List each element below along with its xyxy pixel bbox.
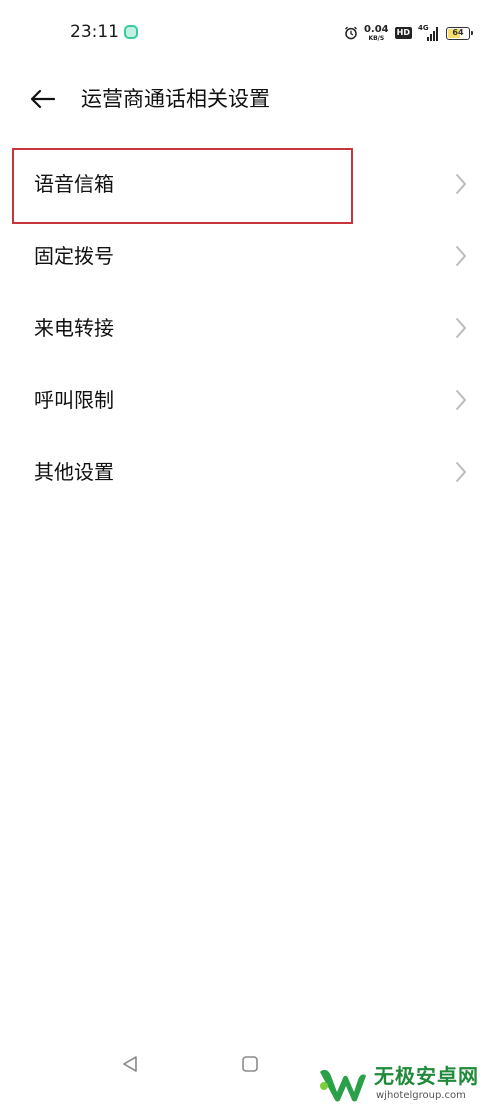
menu-item-label: 固定拨号 [34, 244, 114, 268]
status-icons: 0.04 KB/S HD 4G 64 [344, 22, 473, 44]
settings-list: 语音信箱 固定拨号 来电转接 呼叫限制 其他设置 [0, 148, 500, 508]
menu-item-fixed-dialing[interactable]: 固定拨号 [0, 220, 500, 292]
chevron-right-icon [456, 174, 466, 194]
status-time: 23:11 [70, 22, 119, 42]
chevron-right-icon [456, 246, 466, 266]
arrow-left-icon [30, 89, 56, 109]
nav-back-triangle-icon [123, 1056, 137, 1072]
chevron-right-icon [456, 462, 466, 482]
menu-item-label: 呼叫限制 [34, 388, 114, 412]
watermark: 无极安卓网 wjhotelgroup.com [316, 1062, 496, 1108]
chevron-right-icon [456, 318, 466, 338]
chevron-right-icon [456, 390, 466, 410]
nav-back-button[interactable] [119, 1053, 141, 1075]
menu-item-other-settings[interactable]: 其他设置 [0, 436, 500, 508]
battery-level: 64 [452, 27, 464, 37]
hd-badge: HD [394, 27, 412, 39]
signal-icon: 4G [418, 24, 438, 41]
watermark-url: wjhotelgroup.com [376, 1090, 466, 1101]
status-bar: 23:11 0.04 KB/S HD 4G 64 [0, 0, 500, 66]
menu-item-label: 其他设置 [34, 460, 114, 484]
page-title: 运营商通话相关设置 [81, 87, 270, 111]
alarm-icon [345, 26, 357, 40]
network-speed-value: 0.04 [363, 23, 389, 35]
battery-icon: 64 [446, 26, 473, 40]
menu-item-voicemail[interactable]: 语音信箱 [0, 148, 500, 220]
page-header: 运营商通话相关设置 [0, 76, 500, 122]
menu-item-label: 语音信箱 [34, 172, 114, 196]
watermark-logo-icon [320, 1069, 366, 1102]
network-speed: 0.04 KB/S [363, 23, 389, 42]
nav-home-square-icon [242, 1056, 258, 1072]
network-speed-unit: KB/S [368, 34, 385, 42]
menu-item-call-forwarding[interactable]: 来电转接 [0, 292, 500, 364]
nav-home-button[interactable] [239, 1053, 261, 1075]
menu-item-label: 来电转接 [34, 316, 114, 340]
app-notification-icon [124, 25, 138, 39]
back-button[interactable] [28, 84, 58, 114]
battery-cap [471, 30, 473, 35]
menu-item-call-barring[interactable]: 呼叫限制 [0, 364, 500, 436]
watermark-title: 无极安卓网 [374, 1064, 479, 1088]
signal-bars [427, 27, 438, 41]
